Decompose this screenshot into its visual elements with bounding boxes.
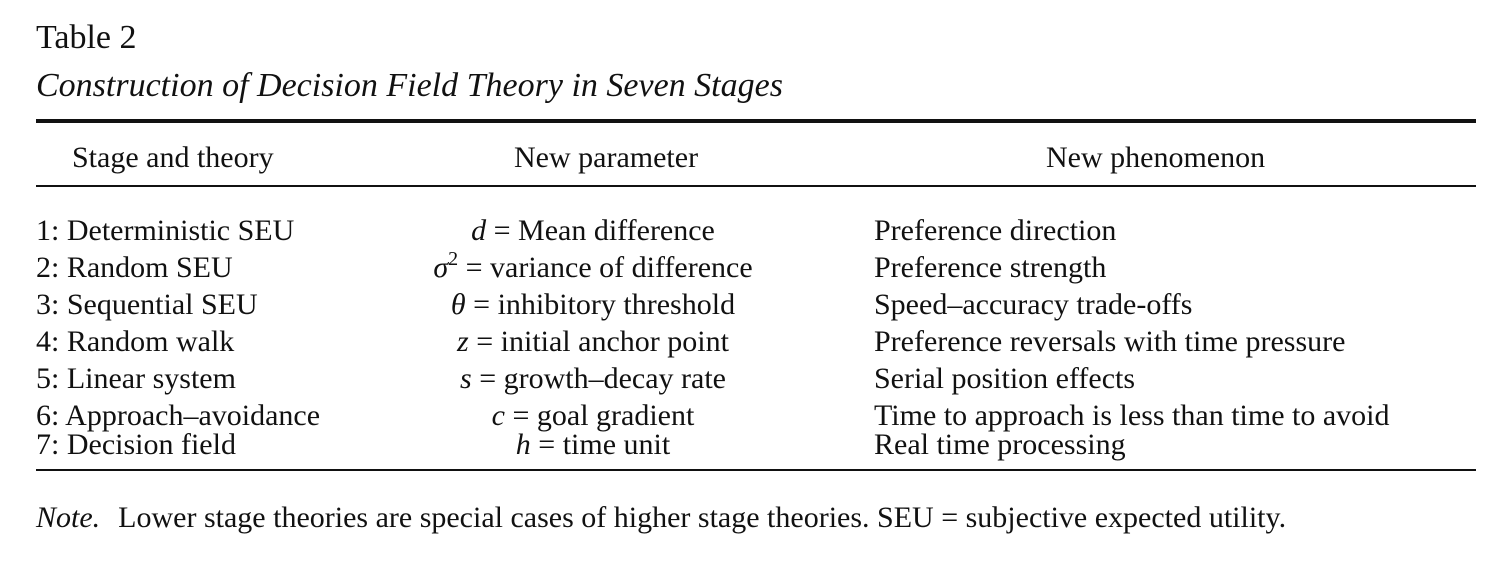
top-rule bbox=[36, 119, 1476, 123]
parameter-definition: = inhibitory threshold bbox=[465, 288, 736, 321]
table-title: Construction of Decision Field Theory in… bbox=[36, 67, 783, 104]
parameter-definition: = growth–decay rate bbox=[471, 362, 726, 395]
row-3-stage: 3: Sequential SEU bbox=[36, 288, 258, 321]
row-2-phenomenon: Preference strength bbox=[874, 251, 1107, 284]
row-5-parameter: s = growth–decay rate bbox=[382, 362, 804, 396]
table-note: Note. Lower stage theories are special ca… bbox=[36, 498, 1286, 538]
note-text: Lower stage theories are special cases o… bbox=[118, 501, 1287, 534]
row-2-parameter: σ2 = variance of difference bbox=[382, 248, 804, 285]
bottom-rule bbox=[36, 469, 1476, 471]
parameter-symbol: d bbox=[471, 214, 487, 247]
row-3-parameter: θ = inhibitory threshold bbox=[382, 288, 804, 322]
note-label: Note. bbox=[36, 501, 101, 534]
parameter-symbol: θ bbox=[450, 288, 466, 321]
header-parameter: New parameter bbox=[514, 141, 699, 174]
row-4-stage: 4: Random walk bbox=[36, 325, 235, 358]
row-1-parameter: d = Mean difference bbox=[382, 214, 804, 248]
parameter-definition: = variance of difference bbox=[458, 251, 753, 284]
row-4-phenomenon: Preference reversals with time pressure bbox=[874, 325, 1346, 358]
table-label: Table 2 bbox=[36, 19, 137, 56]
header-rule bbox=[36, 185, 1476, 187]
parameter-definition: = time unit bbox=[530, 428, 671, 461]
row-3-phenomenon: Speed–accuracy trade-offs bbox=[874, 288, 1193, 321]
row-1-phenomenon: Preference direction bbox=[874, 214, 1117, 247]
parameter-symbol: s bbox=[460, 362, 472, 395]
row-2-stage: 2: Random SEU bbox=[36, 251, 233, 284]
header-stage: Stage and theory bbox=[72, 141, 274, 174]
parameter-definition: = initial anchor point bbox=[468, 325, 729, 358]
parameter-superscript: 2 bbox=[448, 248, 459, 270]
parameter-definition: = Mean difference bbox=[486, 214, 715, 247]
row-4-parameter: z = initial anchor point bbox=[382, 325, 804, 359]
parameter-symbol: h bbox=[515, 428, 531, 461]
row-7-stage: 7: Decision field bbox=[36, 428, 236, 461]
parameter-symbol: z bbox=[457, 325, 469, 358]
parameter-symbol: σ bbox=[433, 251, 449, 284]
header-phenomenon: New phenomenon bbox=[1046, 141, 1266, 174]
row-1-stage: 1: Deterministic SEU bbox=[36, 214, 295, 247]
row-5-phenomenon: Serial position effects bbox=[874, 362, 1136, 395]
row-7-phenomenon: Real time processing bbox=[874, 428, 1126, 461]
row-7-parameter: h = time unit bbox=[382, 428, 804, 462]
row-5-stage: 5: Linear system bbox=[36, 362, 236, 395]
